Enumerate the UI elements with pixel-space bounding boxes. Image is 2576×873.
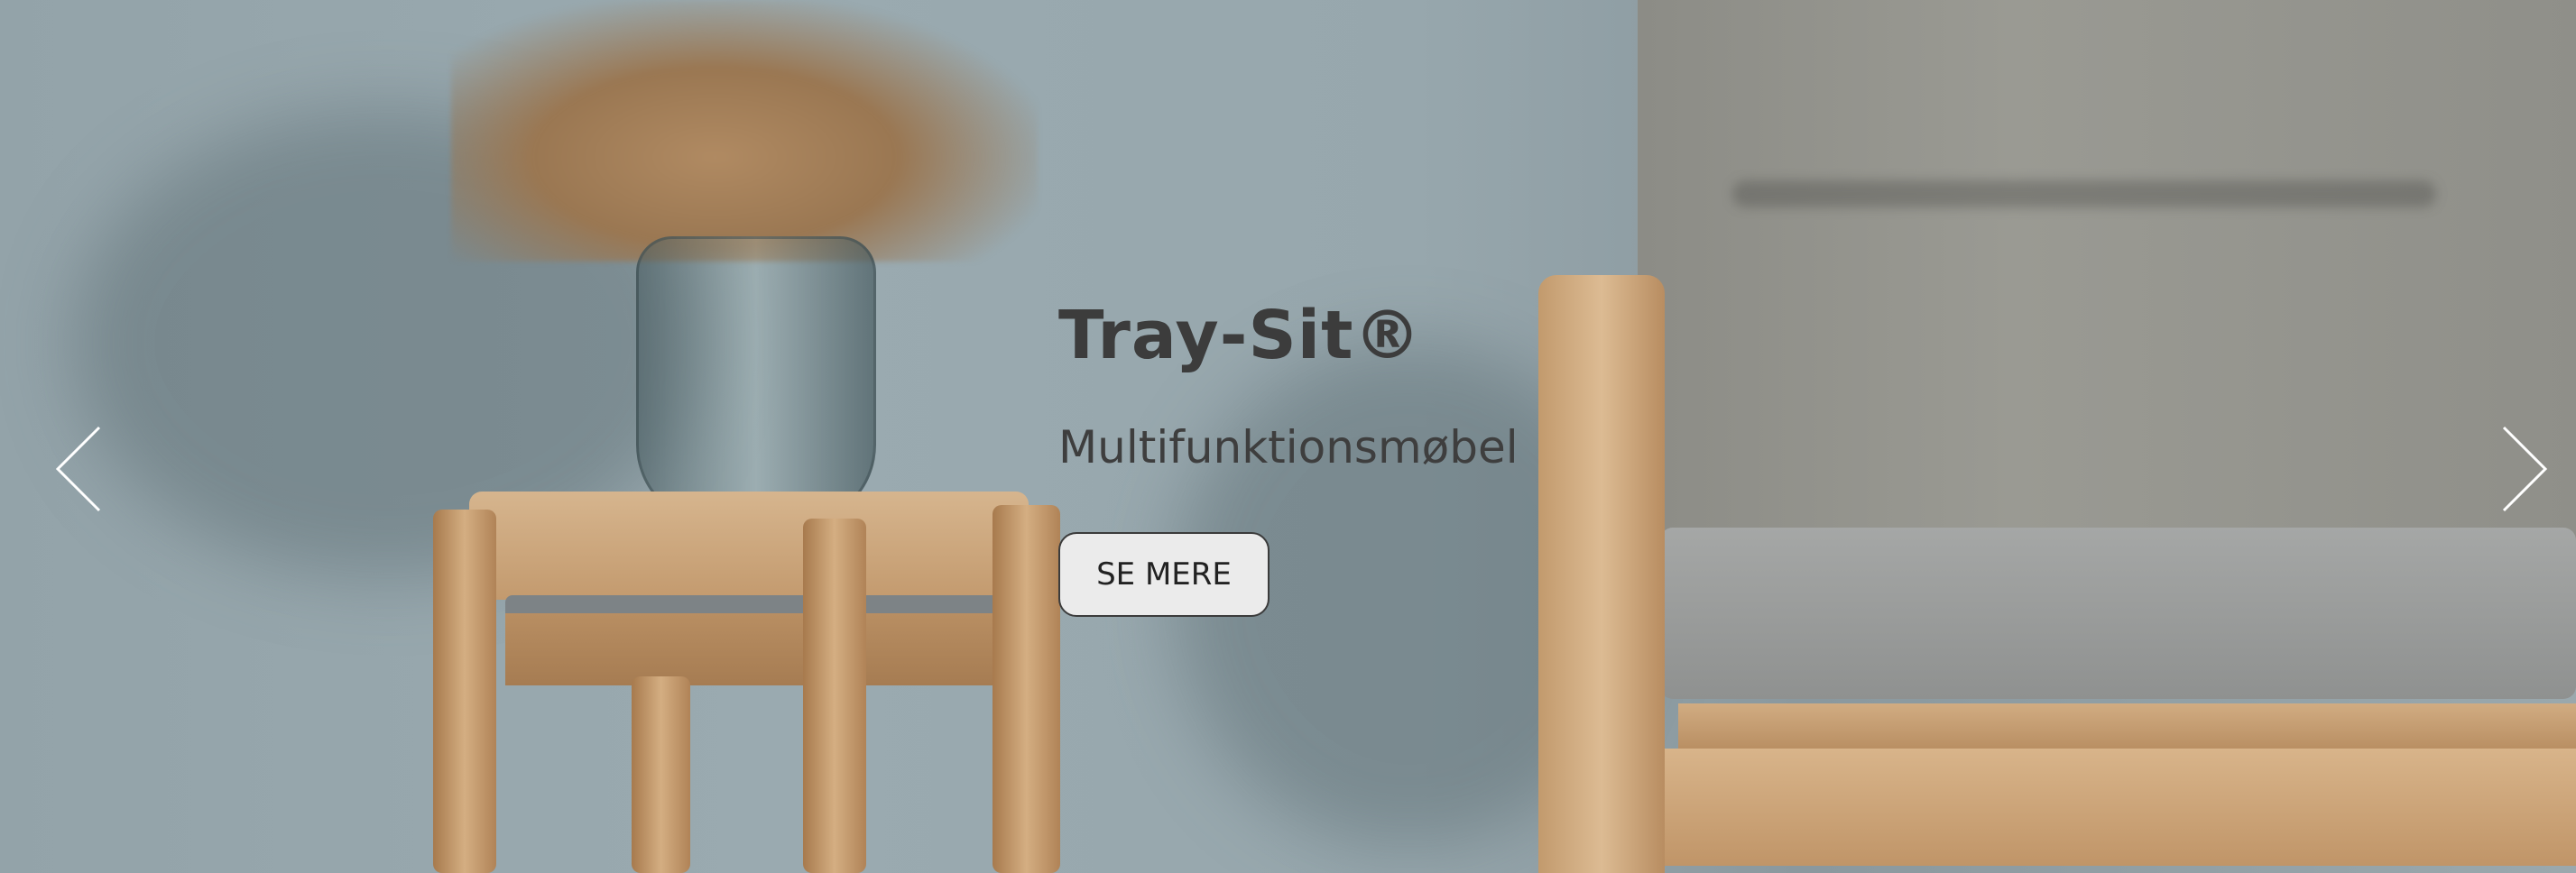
see-more-button[interactable]: SE MERE [1058,532,1270,617]
dried-grass [451,0,1038,262]
sofa-seat-cushion [1660,528,2576,699]
prev-slide-button[interactable] [52,424,106,514]
slide-title: Tray-Sit® [1058,297,1422,374]
chevron-left-icon [55,426,101,512]
glass-vase [636,236,876,526]
slide-caption: Tray-Sit® Multifunktionsmøbel [1058,302,1519,470]
hero-slider: Tray-Sit® Multifunktionsmøbel SE MERE [0,0,2576,873]
sofa-armrest [1538,275,1665,873]
slide-subtitle: Multifunktionsmøbel [1058,421,1519,473]
sofa-backrest [1638,0,2576,541]
stool-tray-top [469,492,1029,600]
next-slide-button[interactable] [2497,424,2551,514]
chevron-right-icon [2502,426,2548,512]
